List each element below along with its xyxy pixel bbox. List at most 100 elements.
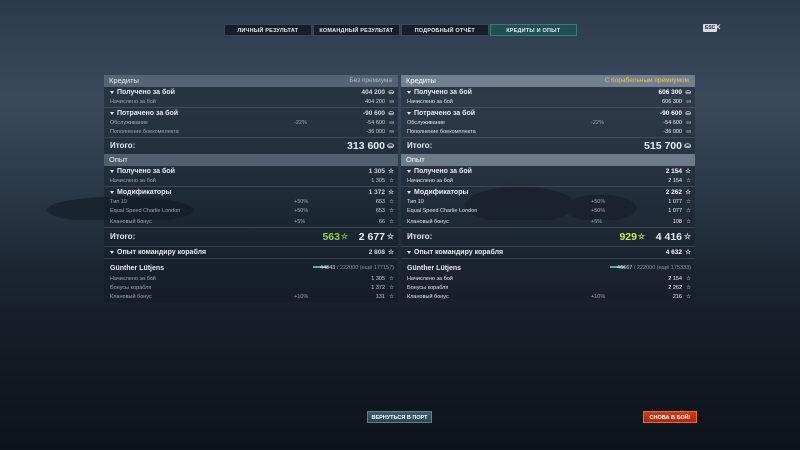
exp-earned-section[interactable]: Получено за бой 1 305 ☆ xyxy=(104,166,398,177)
close-icon[interactable]: ✕ xyxy=(714,22,722,33)
modifiers-label: Модификаторы xyxy=(117,189,172,196)
exp-title: Опыт xyxy=(406,155,425,164)
commander-accrued-label: Начислено за бой xyxy=(110,276,156,282)
credits-total-label: Итого: xyxy=(110,141,136,150)
spent-section[interactable]: Потрачено за бой -90 600 ⛀ xyxy=(401,108,695,119)
tab-personal-result[interactable]: ЛИЧНЫЙ РЕЗУЛЬТАТ xyxy=(224,24,312,36)
commander-xp: 44843 / 222000 (ещё 177157) xyxy=(320,262,394,275)
earned-value: 606 300 xyxy=(658,89,683,96)
service-label: Обслуживание xyxy=(110,120,148,126)
earned-section[interactable]: Получено за бой 606 300 ⛀ xyxy=(401,87,695,98)
commander-exp-section[interactable]: Опыт командиру корабля 2 808 ☆ xyxy=(104,247,398,258)
service-value: -54 600 xyxy=(366,120,385,126)
divider xyxy=(104,258,398,259)
commander-exp-section[interactable]: Опыт командиру корабля 4 632 ☆ xyxy=(401,247,695,258)
free-exp-value: 929 xyxy=(619,231,637,243)
tier-label: Тип 10 xyxy=(407,199,424,205)
credits-icon: ⛀ xyxy=(387,141,394,150)
commander-row: Günther Lütjens 44843 / 222000 (ещё 1771… xyxy=(104,262,398,275)
commander-accrued-value: 1 305 xyxy=(371,276,385,282)
clan-bonus-value: 108 xyxy=(672,219,682,225)
exp-total-row: Итого: 929 ☆ 4 416 ☆ xyxy=(401,228,695,246)
flag-value: 1 077 xyxy=(668,208,682,214)
commander-accrued-label: Начислено за бой xyxy=(407,276,453,282)
star-icon: ☆ xyxy=(686,276,691,282)
earned-section[interactable]: Получено за бой 404 200 ⛀ xyxy=(104,87,398,98)
commander-clan-pct: +10% xyxy=(591,294,606,300)
tier-row: Тип 10 +50% 653 ☆ xyxy=(104,198,398,207)
collapse-triangle-icon xyxy=(110,112,114,115)
battle-again-button[interactable]: СНОВА В БОЙ! xyxy=(643,411,697,423)
clan-bonus-pct: +5% xyxy=(294,219,306,225)
flag-row: Equal Speed Charlie London +50% 1 077 ☆ xyxy=(401,207,695,216)
star-icon: ☆ xyxy=(686,178,691,184)
star-icon: ☆ xyxy=(388,168,394,175)
exp-total-value: 4 416 xyxy=(655,231,682,243)
earned-label: Получено за бой xyxy=(117,89,175,96)
resupply-row: Пополнение боекомплекта -36 000 ⛀ xyxy=(104,128,398,137)
clan-bonus-value: 66 xyxy=(378,219,385,225)
accrued-row: Начислено за бой 606 300 ⛀ xyxy=(401,98,695,107)
collapse-triangle-icon xyxy=(407,91,411,94)
accrued-label: Начислено за бой xyxy=(407,99,453,105)
commander-xp-current: 44843 xyxy=(320,265,336,271)
commander-exp-label: Опыт командиру корабля xyxy=(117,249,207,256)
return-to-port-button[interactable]: ВЕРНУТЬСЯ В ПОРТ xyxy=(367,411,432,423)
exp-header: Опыт xyxy=(401,154,695,166)
star-icon: ☆ xyxy=(685,168,691,175)
flag-label: Equal Speed Charlie London xyxy=(407,208,478,214)
credits-icon: ⛀ xyxy=(388,110,394,117)
star-icon: ☆ xyxy=(686,208,691,214)
commander-name: Günther Lütjens xyxy=(407,265,462,272)
credits-icon: ⛀ xyxy=(686,99,691,105)
accrued-row: Начислено за бой 404 200 ⛀ xyxy=(104,98,398,107)
credits-title: Кредиты xyxy=(406,76,436,85)
credits-icon: ⛀ xyxy=(389,129,394,135)
clan-bonus-label: Клановый бонус xyxy=(407,219,449,225)
tab-credits-and-xp[interactable]: КРЕДИТЫ И ОПЫТ xyxy=(489,24,577,36)
exp-total-row: Итого: 563 ☆ 2 677 ☆ xyxy=(104,228,398,246)
clan-bonus-pct: +5% xyxy=(591,219,603,225)
commander-clan-label: Клановый бонус xyxy=(110,294,152,300)
exp-total-label: Итого: xyxy=(110,232,136,241)
commander-accrued-value: 2 154 xyxy=(668,276,682,282)
free-exp-star-icon: ☆ xyxy=(637,232,645,241)
star-icon: ☆ xyxy=(386,232,394,241)
credits-icon: ⛀ xyxy=(685,110,691,117)
flag-value: 653 xyxy=(375,208,385,214)
flag-pct: +50% xyxy=(294,208,309,214)
exp-earned-label: Получено за бой xyxy=(414,168,472,175)
modifiers-value: 1 372 xyxy=(368,189,385,196)
modifiers-section[interactable]: Модификаторы 2 262 ☆ xyxy=(401,187,695,198)
collapse-triangle-icon xyxy=(407,251,411,254)
commander-exp-label: Опыт командиру корабля xyxy=(414,249,504,256)
collapse-triangle-icon xyxy=(407,191,411,194)
star-icon: ☆ xyxy=(686,294,691,300)
spent-value: -90 600 xyxy=(659,110,682,117)
spent-section[interactable]: Потрачено за бой -90 600 ⛀ xyxy=(104,108,398,119)
tier-pct: +50% xyxy=(591,199,606,205)
collapse-triangle-icon xyxy=(110,170,114,173)
commander-clan-value: 216 xyxy=(672,294,682,300)
exp-total-label: Итого: xyxy=(407,232,433,241)
modifiers-section[interactable]: Модификаторы 1 372 ☆ xyxy=(104,187,398,198)
service-pct: -22% xyxy=(591,120,604,126)
tier-label: Тип 10 xyxy=(110,199,127,205)
tab-detailed-report[interactable]: ПОДРОБНЫЙ ОТЧЁТ xyxy=(401,24,489,36)
clan-bonus-row: Клановый бонус +5% 108 ☆ xyxy=(401,218,695,227)
star-icon: ☆ xyxy=(685,189,691,196)
star-icon: ☆ xyxy=(685,249,691,256)
exp-title: Опыт xyxy=(109,155,128,164)
service-row: Обслуживание -22% -54 600 ⛀ xyxy=(104,119,398,128)
exp-earned-value: 2 154 xyxy=(665,168,682,175)
exp-earned-section[interactable]: Получено за бой 2 154 ☆ xyxy=(401,166,695,177)
accrued-value: 404 200 xyxy=(365,99,385,105)
exp-accrued-row: Начислено за бой 2 154 ☆ xyxy=(401,177,695,186)
credits-icon: ⛀ xyxy=(684,141,691,150)
tab-team-result[interactable]: КОМАНДНЫЙ РЕЗУЛЬТАТ xyxy=(312,24,400,36)
star-icon: ☆ xyxy=(389,178,394,184)
commander-clan-row: Клановый бонус +10% 216 ☆ xyxy=(401,293,695,302)
credits-icon: ⛀ xyxy=(389,120,394,126)
credits-total-value: 515 700 xyxy=(644,140,682,152)
exp-total-value: 2 677 xyxy=(358,231,385,243)
